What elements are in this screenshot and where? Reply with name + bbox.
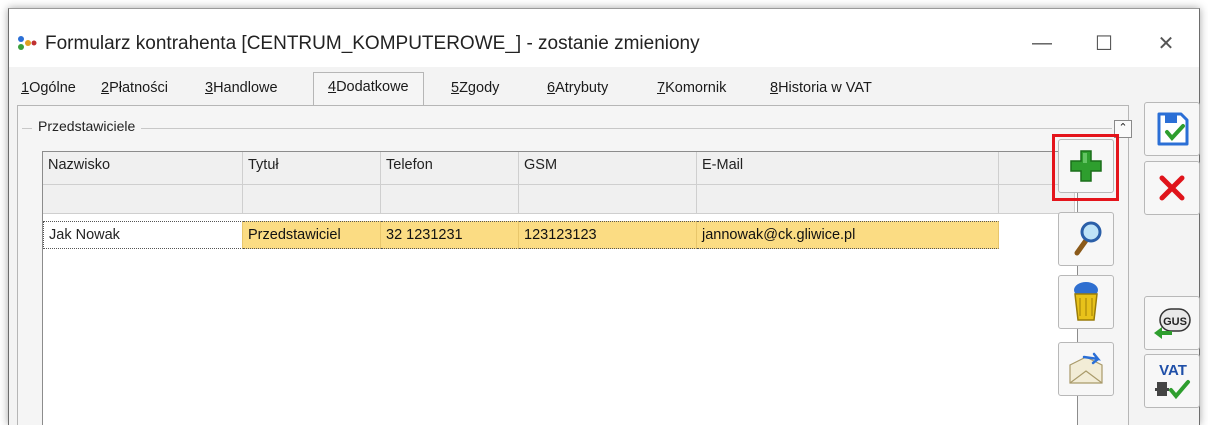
- window-title: Formularz kontrahenta [CENTRUM_KOMPUTERO…: [45, 33, 700, 54]
- gus-label: GUS: [1163, 316, 1187, 328]
- tab-historia-vat[interactable]: 8Historia w VAT: [770, 80, 872, 106]
- gus-button[interactable]: GUS: [1144, 296, 1200, 350]
- save-button[interactable]: [1144, 102, 1200, 156]
- tab-atrybuty[interactable]: 6Atrybuty: [547, 80, 608, 106]
- tab-bar: 1Ogólne 2Płatności 3Handlowe 4Dodatkowe …: [17, 72, 1117, 107]
- filter-cell[interactable]: [243, 185, 381, 213]
- app-icon: [18, 36, 37, 50]
- send-button[interactable]: [1058, 342, 1114, 396]
- group-title: Przedstawiciele: [32, 118, 142, 134]
- add-button[interactable]: [1058, 139, 1114, 193]
- maximize-button[interactable]: ☐: [1081, 27, 1127, 59]
- representatives-grid[interactable]: Nazwisko Tytuł Telefon GSM E-Mail Jak No…: [42, 151, 1078, 425]
- cell-telefon[interactable]: 32 1231231: [381, 221, 519, 249]
- filter-cell[interactable]: [43, 185, 243, 213]
- trash-icon: [1074, 282, 1098, 321]
- cancel-button[interactable]: [1144, 161, 1200, 215]
- cell-nazwisko[interactable]: Jak Nowak: [43, 221, 243, 249]
- close-button[interactable]: ✕: [1143, 27, 1189, 59]
- filter-cell[interactable]: [697, 185, 999, 213]
- envelope-icon: [1069, 352, 1103, 384]
- view-button[interactable]: [1058, 212, 1114, 266]
- save-icon: [1157, 112, 1189, 146]
- cell-tytul[interactable]: Przedstawiciel: [243, 221, 381, 249]
- vat-label: VAT: [1159, 362, 1187, 379]
- tab-platnosci[interactable]: 2Płatności: [101, 80, 168, 106]
- vat-icon: VAT: [1155, 362, 1190, 400]
- filter-cell[interactable]: [381, 185, 519, 213]
- tab-zgody[interactable]: 5Zgody: [451, 80, 499, 106]
- tab-ogolne[interactable]: 1Ogólne: [21, 80, 76, 106]
- vat-button[interactable]: VAT: [1144, 354, 1200, 408]
- title-bar: Formularz kontrahenta [CENTRUM_KOMPUTERO…: [9, 9, 1199, 67]
- minimize-button[interactable]: —: [1019, 27, 1065, 59]
- column-header-nazwisko[interactable]: Nazwisko: [43, 152, 243, 184]
- column-header-email[interactable]: E-Mail: [697, 152, 999, 184]
- group-divider: [22, 128, 1112, 129]
- cell-gsm[interactable]: 123123123: [519, 221, 697, 249]
- tab-dodatkowe[interactable]: 4Dodatkowe: [313, 72, 424, 107]
- column-header-gsm[interactable]: GSM: [519, 152, 697, 184]
- tab-komornik[interactable]: 7Komornik: [657, 80, 726, 106]
- grid-filter-row[interactable]: [43, 185, 1075, 214]
- tab-handlowe[interactable]: 3Handlowe: [205, 80, 278, 106]
- column-header-telefon[interactable]: Telefon: [381, 152, 519, 184]
- magnifier-icon: [1074, 221, 1102, 256]
- contractor-form-window: Formularz kontrahenta [CENTRUM_KOMPUTERO…: [8, 8, 1200, 425]
- table-row[interactable]: Jak Nowak Przedstawiciel 32 1231231 1231…: [43, 221, 1075, 249]
- gus-icon: GUS: [1154, 308, 1191, 339]
- cell-email[interactable]: jannowak@ck.gliwice.pl: [697, 221, 999, 249]
- filter-cell[interactable]: [519, 185, 697, 213]
- grid-header: Nazwisko Tytuł Telefon GSM E-Mail: [43, 152, 1075, 185]
- tab-panel-dodatkowe: Przedstawiciele ⌃ Nazwisko Tytuł Telefon…: [17, 105, 1132, 425]
- cancel-icon: [1159, 175, 1185, 201]
- plus-icon: [1070, 150, 1102, 182]
- delete-button[interactable]: [1058, 275, 1114, 329]
- column-header-tytul[interactable]: Tytuł: [243, 152, 381, 184]
